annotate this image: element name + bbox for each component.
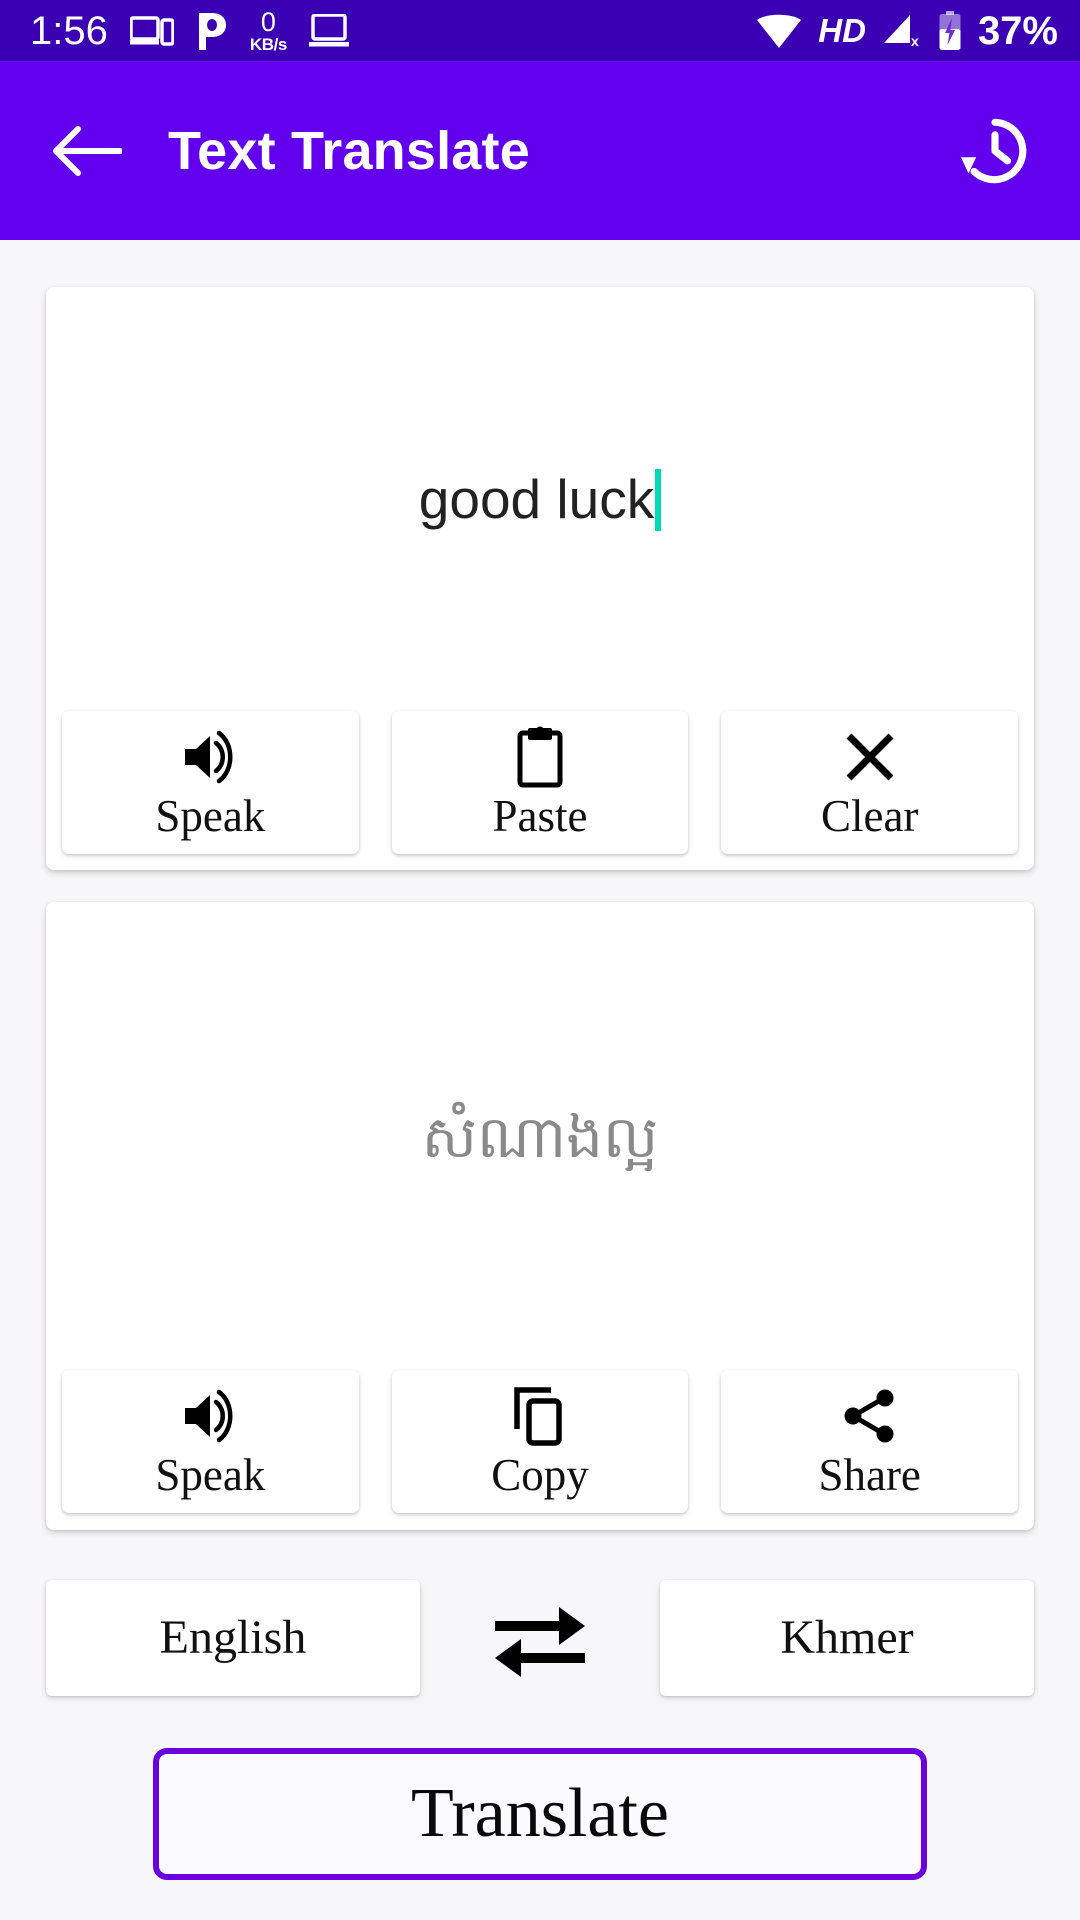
output-share-label: Share <box>818 1450 921 1500</box>
source-text-input[interactable]: good luck <box>46 287 1034 712</box>
input-clear-label: Clear <box>820 791 919 841</box>
status-bar: 1:56 0 KB/s HD x 37% <box>0 0 1080 61</box>
volume-up-icon <box>179 726 241 788</box>
swap-languages-button[interactable] <box>420 1580 660 1696</box>
input-paste-label: Paste <box>492 791 588 841</box>
input-speak-label: Speak <box>155 791 266 841</box>
arrow-left-icon <box>53 125 122 176</box>
output-card: សំណាងល្អ Speak Copy Share <box>46 902 1034 1530</box>
share-icon <box>840 1385 900 1447</box>
volume-up-icon <box>179 1385 241 1447</box>
network-speed-indicator: 0 KB/s <box>249 6 288 54</box>
output-speak-button[interactable]: Speak <box>62 1370 359 1513</box>
network-speed-unit: KB/s <box>249 34 288 54</box>
source-language-button[interactable]: English <box>46 1580 420 1696</box>
translated-text-area: សំណាងល្អ <box>46 902 1034 1372</box>
source-text-value: good luck <box>418 468 655 531</box>
translated-text-value: សំណាងល្អ <box>421 1102 659 1171</box>
hd-indicator: HD <box>818 12 866 49</box>
svg-text:x: x <box>911 33 919 49</box>
input-card: good luck Speak Paste Clear <box>46 287 1034 870</box>
app-screen: 1:56 0 KB/s HD x 37% Text Translate good… <box>0 0 1080 1920</box>
swap-horizontal-icon <box>495 1607 585 1677</box>
network-speed-value: 0 <box>260 6 276 37</box>
input-speak-button[interactable]: Speak <box>62 711 359 854</box>
copy-icon <box>511 1385 569 1447</box>
source-language-label: English <box>159 1611 307 1664</box>
translate-button-label: Translate <box>411 1775 669 1852</box>
history-icon <box>960 118 1027 183</box>
wifi-icon <box>756 13 802 49</box>
battery-percent: 37% <box>977 8 1058 53</box>
text-caret <box>655 468 662 531</box>
status-clock: 1:56 <box>30 8 108 53</box>
clipboard-icon <box>513 726 567 788</box>
output-action-row: Speak Copy Share <box>62 1370 1019 1513</box>
back-button[interactable] <box>48 112 126 190</box>
output-speak-label: Speak <box>155 1450 266 1500</box>
close-x-icon <box>841 726 899 788</box>
history-button[interactable] <box>952 108 1038 194</box>
status-bar-left: 1:56 0 KB/s <box>30 6 756 54</box>
input-paste-button[interactable]: Paste <box>391 711 689 854</box>
desktop-icon <box>309 13 349 48</box>
target-language-button[interactable]: Khmer <box>660 1580 1034 1696</box>
opera-icon <box>196 11 228 51</box>
signal-off-icon: x <box>882 13 922 49</box>
output-copy-label: Copy <box>491 1450 589 1500</box>
output-copy-button[interactable]: Copy <box>391 1370 689 1513</box>
output-share-button[interactable]: Share <box>721 1370 1019 1513</box>
input-clear-button[interactable]: Clear <box>721 711 1019 854</box>
app-bar: Text Translate <box>0 61 1080 240</box>
translate-button[interactable]: Translate <box>153 1748 927 1880</box>
status-bar-right: HD x 37% <box>756 8 1058 53</box>
input-action-row: Speak Paste Clear <box>62 711 1019 854</box>
cast-icon <box>129 15 174 47</box>
battery-charging-icon <box>938 10 962 51</box>
page-title: Text Translate <box>168 120 530 181</box>
language-selector-row: English Khmer <box>46 1580 1034 1696</box>
target-language-label: Khmer <box>780 1611 914 1664</box>
